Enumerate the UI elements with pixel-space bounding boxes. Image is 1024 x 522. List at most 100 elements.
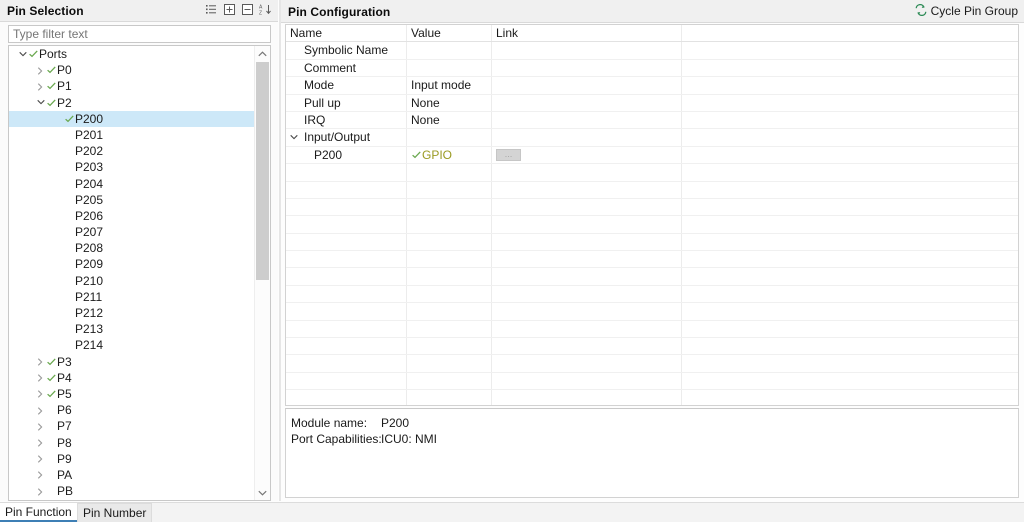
table-row-empty[interactable]	[286, 355, 1018, 373]
column-header-link[interactable]: Link	[492, 25, 682, 42]
tree-item-p208[interactable]: P208	[9, 240, 256, 256]
chevron-right-icon[interactable]	[35, 467, 46, 483]
filter-input[interactable]	[8, 25, 271, 43]
tree-item-pb[interactable]: PB	[9, 483, 256, 499]
table-row-empty[interactable]	[286, 181, 1018, 199]
cell-link[interactable]	[492, 94, 682, 111]
tree-item-p2[interactable]: P2	[9, 95, 256, 111]
tree-item-p8[interactable]: P8	[9, 435, 256, 451]
tree-item-p210[interactable]: P210	[9, 273, 256, 289]
column-header-value[interactable]: Value	[407, 25, 492, 42]
cell-link[interactable]	[492, 77, 682, 94]
table-row-empty[interactable]	[286, 164, 1018, 182]
scroll-down-arrow-icon[interactable]	[255, 485, 270, 500]
cell-value[interactable]	[407, 42, 492, 59]
tree-item-p5[interactable]: P5	[9, 386, 256, 402]
cycle-pin-group-button[interactable]: Cycle Pin Group	[915, 3, 1018, 19]
cell-value[interactable]	[407, 59, 492, 77]
tree-item-ports[interactable]: Ports	[9, 46, 256, 62]
tree-item-p201[interactable]: P201	[9, 127, 256, 143]
table-row[interactable]: P200 GPIO…	[286, 146, 1018, 165]
tree-item-p200[interactable]: P200	[9, 110, 256, 127]
chevron-right-icon[interactable]	[35, 435, 46, 451]
pin-tree-scrollbar[interactable]	[254, 46, 270, 500]
cell-value[interactable]: GPIO	[407, 146, 492, 164]
chevron-right-icon[interactable]	[35, 370, 46, 386]
chevron-right-icon[interactable]	[35, 386, 46, 402]
table-row-empty[interactable]	[286, 320, 1018, 339]
table-row-empty[interactable]	[286, 372, 1018, 391]
table-row-empty[interactable]	[286, 338, 1018, 356]
table-row-empty[interactable]	[286, 268, 1018, 286]
cell-value[interactable]: None	[407, 111, 492, 129]
chevron-right-icon[interactable]	[35, 62, 46, 78]
tree-item-p4[interactable]: P4	[9, 370, 256, 386]
link-button[interactable]: …	[496, 148, 521, 161]
tab-pin-number[interactable]: Pin Number	[77, 503, 153, 522]
tree-item-p0[interactable]: P0	[9, 62, 256, 78]
cell-link	[492, 164, 682, 181]
table-row[interactable]: Symbolic Name	[286, 42, 1018, 60]
table-row-empty[interactable]	[286, 390, 1018, 405]
scrollbar-thumb[interactable]	[256, 62, 269, 280]
chevron-down-icon[interactable]	[17, 46, 28, 62]
cell-name: Input/Output	[286, 129, 407, 146]
tree-item-p204[interactable]: P204	[9, 176, 256, 192]
tree-item-p6[interactable]: P6	[9, 402, 256, 418]
tree-item-p207[interactable]: P207	[9, 224, 256, 240]
tree-item-p9[interactable]: P9	[9, 451, 256, 467]
tree-item-p211[interactable]: P211	[9, 289, 256, 305]
cell-value[interactable]	[407, 129, 492, 146]
table-row-empty[interactable]	[286, 198, 1018, 217]
cell-link[interactable]	[492, 42, 682, 59]
tree-item-pa[interactable]: PA	[9, 467, 256, 483]
chevron-right-icon[interactable]	[35, 78, 46, 94]
column-header-name[interactable]: Name	[286, 25, 407, 42]
tree-item-p7[interactable]: P7	[9, 418, 256, 434]
tree-item-p212[interactable]: P212	[9, 305, 256, 321]
cycle-pin-group-label: Cycle Pin Group	[930, 4, 1018, 18]
table-row[interactable]: Input/Output	[286, 129, 1018, 147]
tree-item-p202[interactable]: P202	[9, 143, 256, 159]
chevron-right-icon[interactable]	[35, 483, 46, 499]
table-row-empty[interactable]	[286, 216, 1018, 234]
chevron-down-icon[interactable]	[35, 95, 46, 111]
scroll-up-arrow-icon[interactable]	[255, 46, 270, 61]
table-row[interactable]: IRQ None	[286, 111, 1018, 130]
sort-icon[interactable]: A Z	[259, 3, 272, 17]
cell-link	[492, 372, 682, 390]
tree-item-p3[interactable]: P3	[9, 354, 256, 370]
chevron-right-icon[interactable]	[35, 418, 46, 434]
tree-item-p206[interactable]: P206	[9, 208, 256, 224]
cell-link[interactable]	[492, 129, 682, 146]
table-row-empty[interactable]	[286, 251, 1018, 269]
cell-link	[492, 390, 682, 405]
chevron-right-icon[interactable]	[35, 451, 46, 467]
check-icon	[64, 111, 75, 127]
chevron-right-icon[interactable]	[35, 354, 46, 370]
table-row-empty[interactable]	[286, 233, 1018, 252]
cell-value[interactable]: None	[407, 94, 492, 111]
tab-pin-function[interactable]: Pin Function	[0, 503, 77, 522]
tree-item-p213[interactable]: P213	[9, 321, 256, 337]
chevron-down-icon[interactable]	[290, 129, 300, 145]
cell-link[interactable]: …	[492, 146, 682, 164]
tree-item-p214[interactable]: P214	[9, 337, 256, 353]
chevron-right-icon[interactable]	[35, 402, 46, 418]
cell-value[interactable]: Input mode	[407, 77, 492, 94]
tree-item-p209[interactable]: P209	[9, 256, 256, 272]
table-row-empty[interactable]	[286, 285, 1018, 304]
expand-all-icon[interactable]	[223, 3, 236, 16]
collapse-all-icon[interactable]	[241, 3, 254, 16]
table-row[interactable]: Pull up None	[286, 94, 1018, 112]
check-icon	[46, 386, 57, 402]
table-row[interactable]: Comment	[286, 59, 1018, 78]
tree-item-p205[interactable]: P205	[9, 192, 256, 208]
collapse-tree-icon[interactable]	[205, 3, 218, 16]
tree-item-p203[interactable]: P203	[9, 159, 256, 175]
cell-link[interactable]	[492, 59, 682, 77]
cell-link[interactable]	[492, 111, 682, 129]
table-row[interactable]: Mode Input mode	[286, 77, 1018, 95]
tree-item-p1[interactable]: P1	[9, 78, 256, 94]
table-row-empty[interactable]	[286, 303, 1018, 321]
